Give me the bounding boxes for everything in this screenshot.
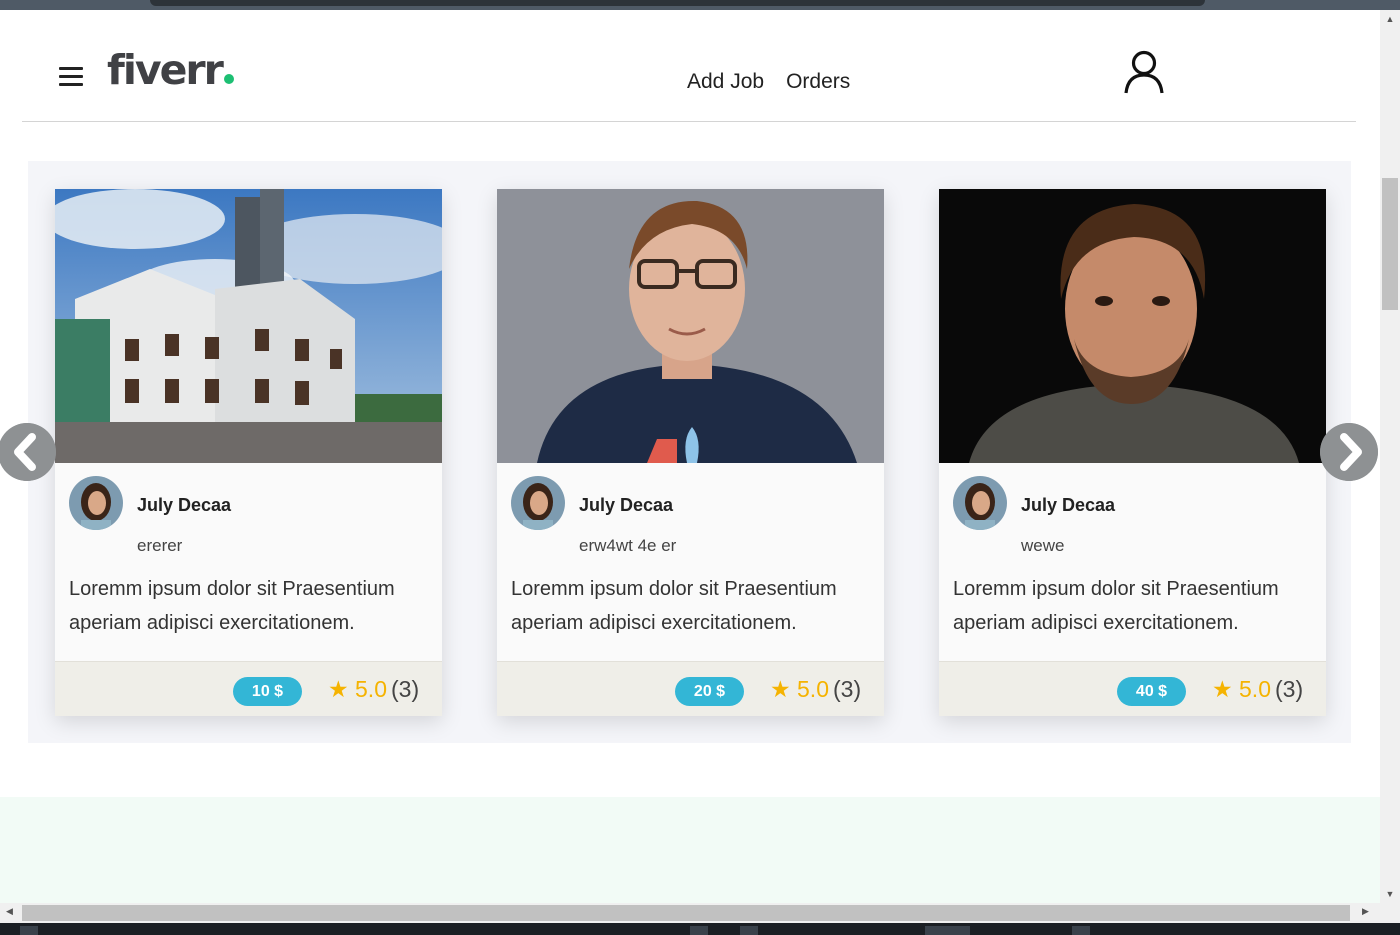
gig-card[interactable]: July Decaa wewe Loremm ipsum dolor sit P… [939,189,1326,716]
gig-image-man-beard[interactable] [939,189,1326,463]
price-badge[interactable]: 40 $ [1117,677,1186,706]
logo-dot [223,74,234,84]
star-icon: ★ [770,676,791,702]
author-name[interactable]: July Decaa [137,495,231,516]
page: fiverr Add Job Orders July Decaa ererer … [0,10,1380,903]
scroll-up-icon[interactable]: ▲ [1380,14,1400,24]
author-name[interactable]: July Decaa [1021,495,1115,516]
price-badge[interactable]: 20 $ [675,677,744,706]
price-badge[interactable]: 10 $ [233,677,302,706]
logo-text: fiverr [107,46,224,94]
lower-section [0,797,1380,903]
star-icon: ★ [328,676,349,702]
rating-value: 5.0 [355,676,387,702]
gig-card[interactable]: July Decaa ererer Loremm ipsum dolor sit… [45,189,465,716]
avatar[interactable] [953,476,1007,530]
star-icon: ★ [1212,676,1233,702]
review-count: (3) [1275,676,1304,702]
card-footer: 10 $ ★ 5.0 (3) [55,661,442,716]
user-icon[interactable] [1123,50,1165,94]
horizontal-scrollbar[interactable]: ◀ ▶ [0,903,1380,923]
gig-image-building[interactable] [45,189,465,463]
scroll-down-icon[interactable]: ▼ [1380,889,1400,899]
rating: ★ 5.0 (3) [1212,676,1303,703]
avatar[interactable] [69,476,123,530]
taskbar-item[interactable] [690,926,708,935]
chevron-left-icon[interactable] [0,423,56,481]
vertical-scrollbar[interactable]: ▲ ▼ [1380,10,1400,903]
gig-carousel: July Decaa ererer Loremm ipsum dolor sit… [28,161,1351,743]
browser-top-strip [0,0,1400,10]
scrollbar-thumb[interactable] [22,905,1350,921]
rating-value: 5.0 [1239,676,1271,702]
gig-description[interactable]: Loremm ipsum dolor sit Praesentium aperi… [511,572,881,640]
gig-subtitle: ererer [137,536,183,555]
gig-image-man-glasses[interactable] [497,189,884,463]
taskbar-item[interactable] [925,926,970,935]
gig-card[interactable]: July Decaa erw4wt 4e er Loremm ipsum dol… [497,189,884,716]
chevron-right-icon[interactable] [1320,423,1378,481]
card-footer: 20 $ ★ 5.0 (3) [497,661,884,716]
nav-orders[interactable]: Orders [786,70,850,94]
nav-add-job[interactable]: Add Job [687,70,764,94]
card-footer: 40 $ ★ 5.0 (3) [939,661,1326,716]
scrollbar-corner [1380,903,1400,923]
scrollbar-thumb[interactable] [1382,178,1398,310]
review-count: (3) [833,676,862,702]
taskbar-item[interactable] [1072,926,1090,935]
site-header: fiverr Add Job Orders [22,10,1356,122]
gig-subtitle: erw4wt 4e er [579,536,677,555]
taskbar-item[interactable] [20,926,38,935]
author-name[interactable]: July Decaa [579,495,673,516]
scroll-left-icon[interactable]: ◀ [6,906,13,917]
gig-description[interactable]: Loremm ipsum dolor sit Praesentium aperi… [953,572,1323,640]
browser-address-bar [150,0,1205,6]
rating-value: 5.0 [797,676,829,702]
rating: ★ 5.0 (3) [328,676,419,703]
fiverr-logo[interactable]: fiverr [107,46,234,94]
review-count: (3) [391,676,420,702]
taskbar [0,923,1400,935]
hamburger-icon[interactable] [59,67,83,87]
rating: ★ 5.0 (3) [770,676,861,703]
gig-description[interactable]: Loremm ipsum dolor sit Praesentium aperi… [69,572,439,640]
scroll-right-icon[interactable]: ▶ [1362,906,1369,917]
main-nav: Add Job Orders [687,70,850,94]
gig-subtitle: wewe [1021,536,1065,555]
avatar[interactable] [511,476,565,530]
taskbar-item[interactable] [740,926,758,935]
